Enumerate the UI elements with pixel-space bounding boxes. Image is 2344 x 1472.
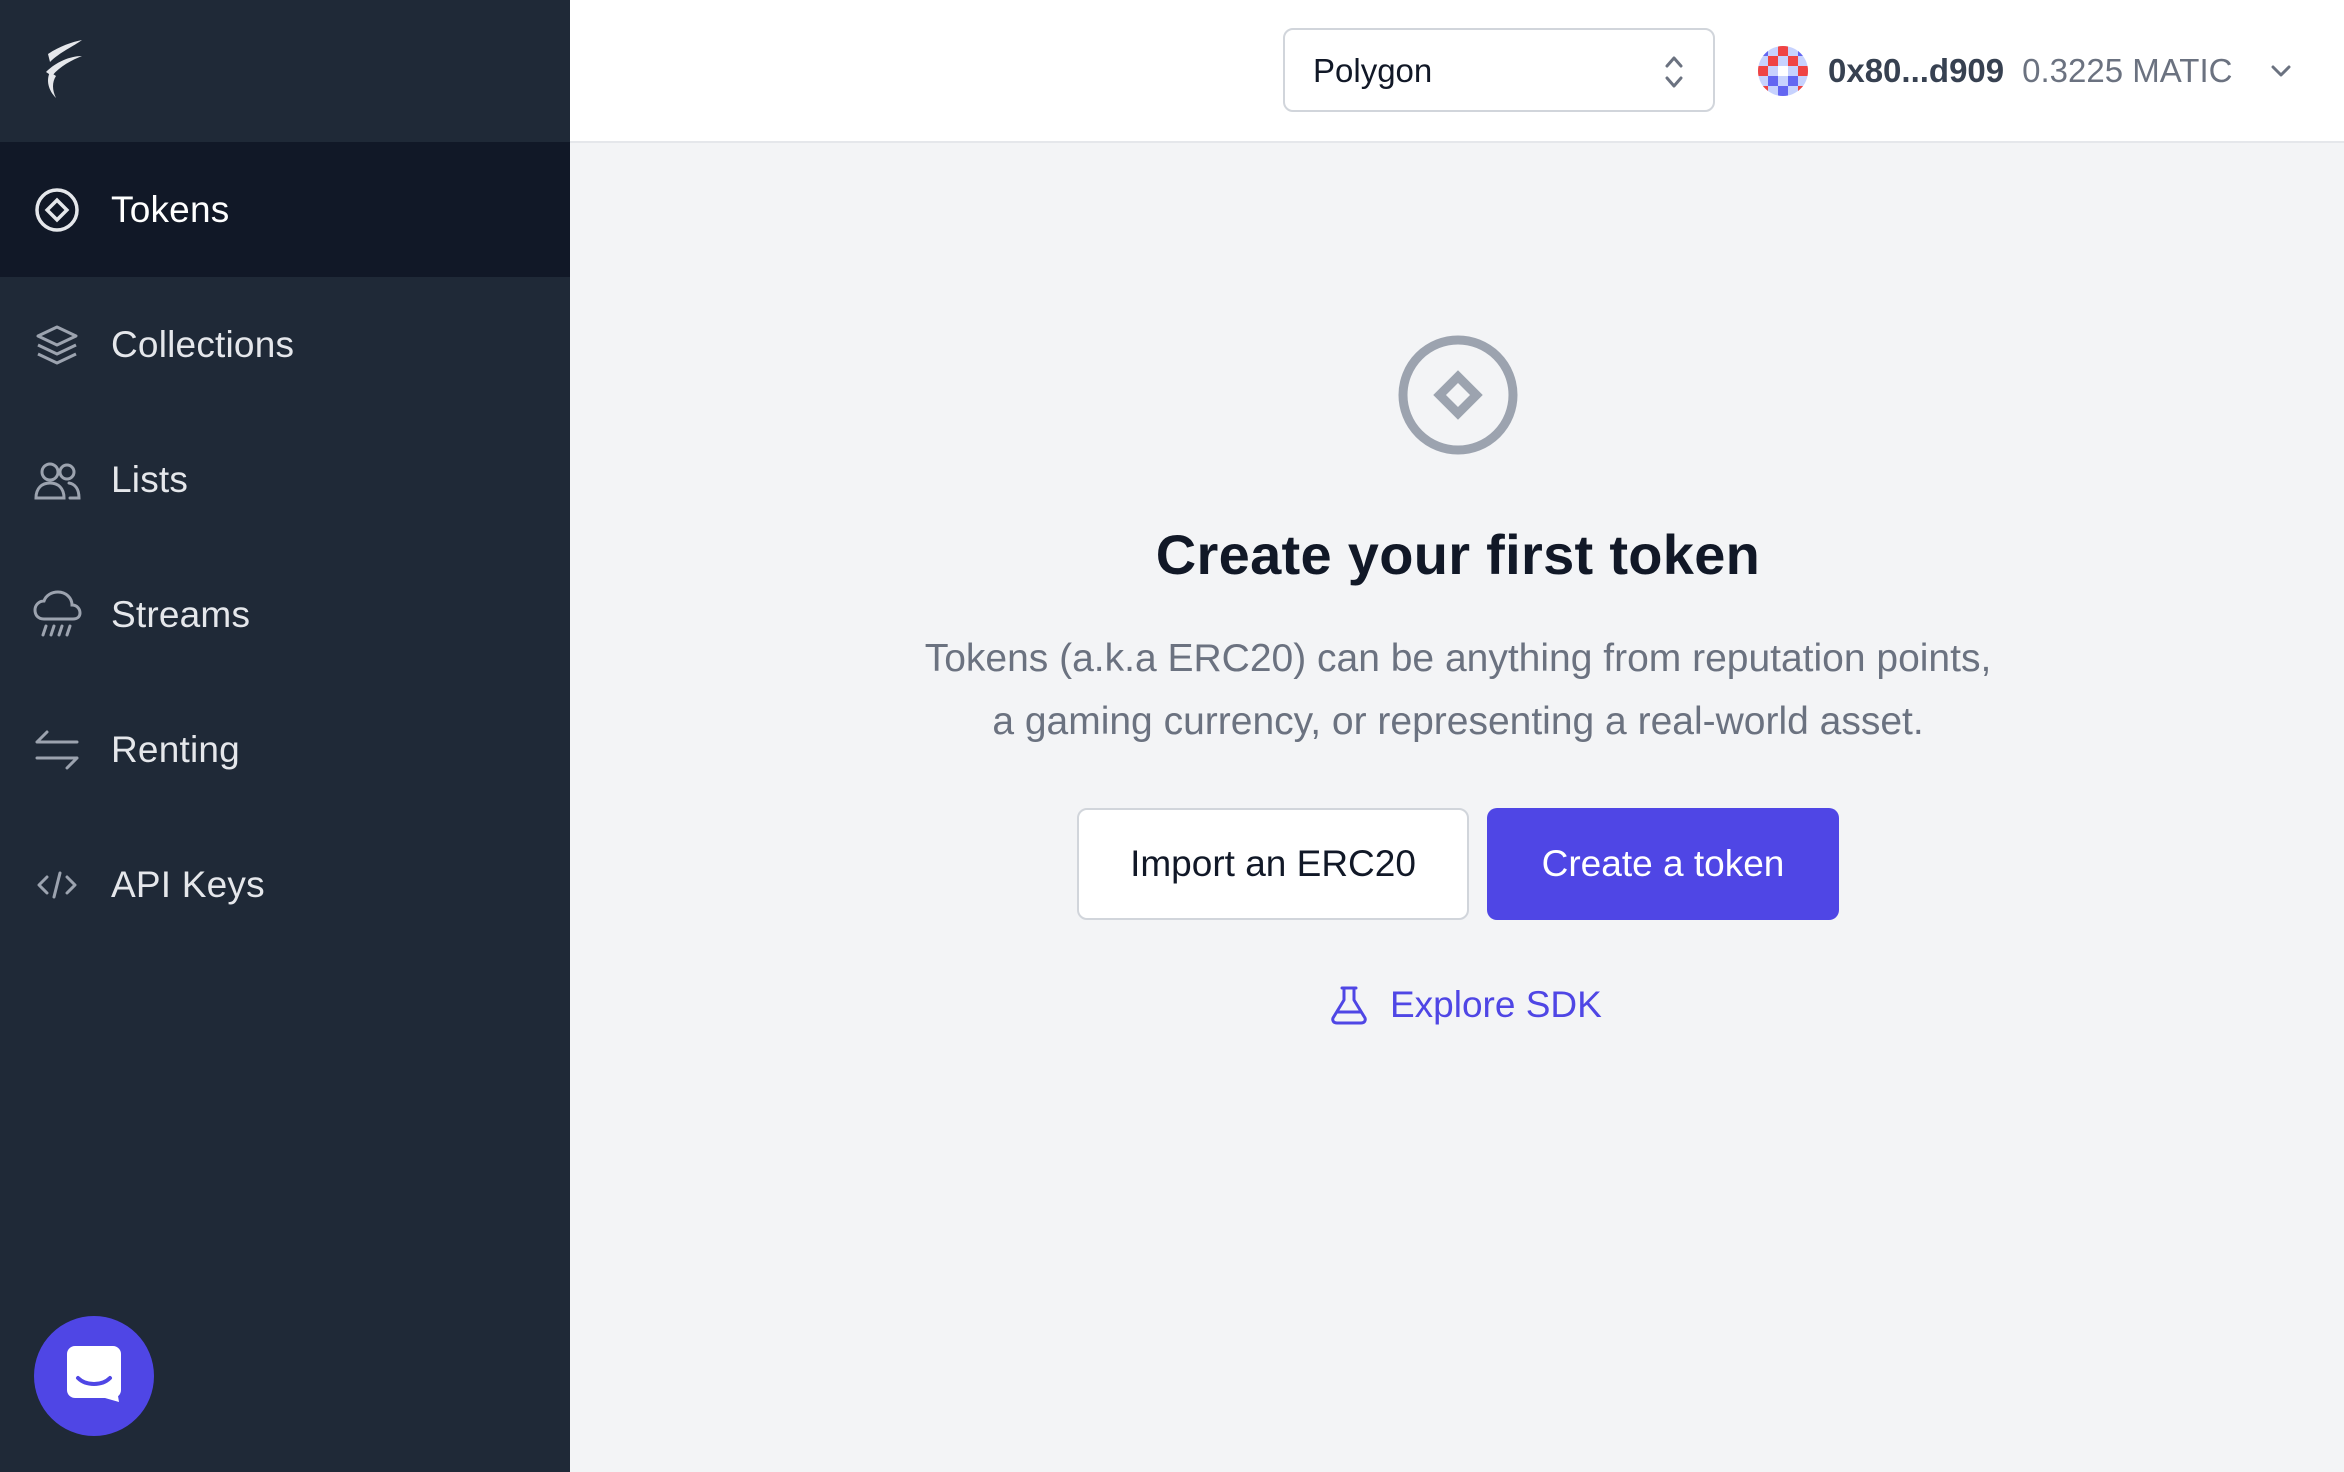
explore-sdk-label: Explore SDK bbox=[1390, 984, 1602, 1025]
app-root: Tokens Collections Lists Streams Renting… bbox=[0, 0, 2344, 1472]
token-diamond-icon bbox=[30, 183, 84, 237]
wallet-balance: 0.3225 MATIC bbox=[2022, 52, 2233, 89]
sidebar-item-label: Tokens bbox=[111, 188, 230, 230]
sidebar-item-label: API Keys bbox=[111, 863, 265, 905]
beaker-icon bbox=[1328, 984, 1370, 1026]
sidebar-item-tokens[interactable]: Tokens bbox=[0, 142, 570, 277]
empty-state-description-line: a gaming currency, or representing a rea… bbox=[992, 700, 1924, 743]
network-select[interactable]: Polygon bbox=[1283, 28, 1715, 112]
wallet-menu[interactable]: 0x80...d909 0.3225 MATIC bbox=[1758, 40, 2294, 102]
code-icon bbox=[30, 858, 84, 912]
sidebar-item-renting[interactable]: Renting bbox=[0, 682, 570, 817]
wallet-avatar bbox=[1758, 46, 1808, 96]
main-content: Create your first token Tokens (a.k.a ER… bbox=[570, 145, 2344, 1472]
sidebar-item-api-keys[interactable]: API Keys bbox=[0, 817, 570, 952]
select-arrows-icon bbox=[1663, 52, 1685, 92]
layers-icon bbox=[30, 318, 84, 372]
sidebar-nav: Tokens Collections Lists Streams Renting… bbox=[0, 142, 570, 952]
wallet-address: 0x80...d909 bbox=[1828, 52, 2005, 89]
switch-arrows-icon bbox=[30, 723, 84, 777]
empty-state-title: Create your first token bbox=[1155, 523, 1761, 586]
chevron-down-icon bbox=[2268, 58, 2294, 84]
users-icon bbox=[30, 453, 84, 507]
flame-logo-icon[interactable] bbox=[38, 36, 92, 102]
chat-launcher-button[interactable] bbox=[34, 1316, 154, 1436]
token-diamond-icon bbox=[1396, 333, 1520, 457]
top-bar: Polygon 0x80...d909 0.3225 MATIC bbox=[570, 0, 2344, 143]
sidebar-item-label: Collections bbox=[111, 323, 295, 365]
network-select-value: Polygon bbox=[1313, 52, 1433, 89]
explore-sdk-link[interactable]: Explore SDK bbox=[1328, 980, 1602, 1030]
sidebar-item-lists[interactable]: Lists bbox=[0, 412, 570, 547]
empty-state-description: Tokens (a.k.a ERC20) can be anything fro… bbox=[570, 627, 2344, 753]
chat-bubble-icon bbox=[65, 1344, 123, 1409]
sidebar-item-streams[interactable]: Streams bbox=[0, 547, 570, 682]
sidebar-item-label: Renting bbox=[111, 728, 240, 770]
create-token-button[interactable]: Create a token bbox=[1487, 808, 1839, 920]
sidebar: Tokens Collections Lists Streams Renting… bbox=[0, 0, 570, 1472]
sidebar-item-label: Lists bbox=[111, 458, 189, 500]
sidebar-item-collections[interactable]: Collections bbox=[0, 277, 570, 412]
cloud-rain-icon bbox=[30, 588, 84, 642]
import-erc20-button[interactable]: Import an ERC20 bbox=[1077, 808, 1469, 920]
empty-state-description-line: Tokens (a.k.a ERC20) can be anything fro… bbox=[924, 637, 1992, 680]
sidebar-item-label: Streams bbox=[111, 593, 251, 635]
